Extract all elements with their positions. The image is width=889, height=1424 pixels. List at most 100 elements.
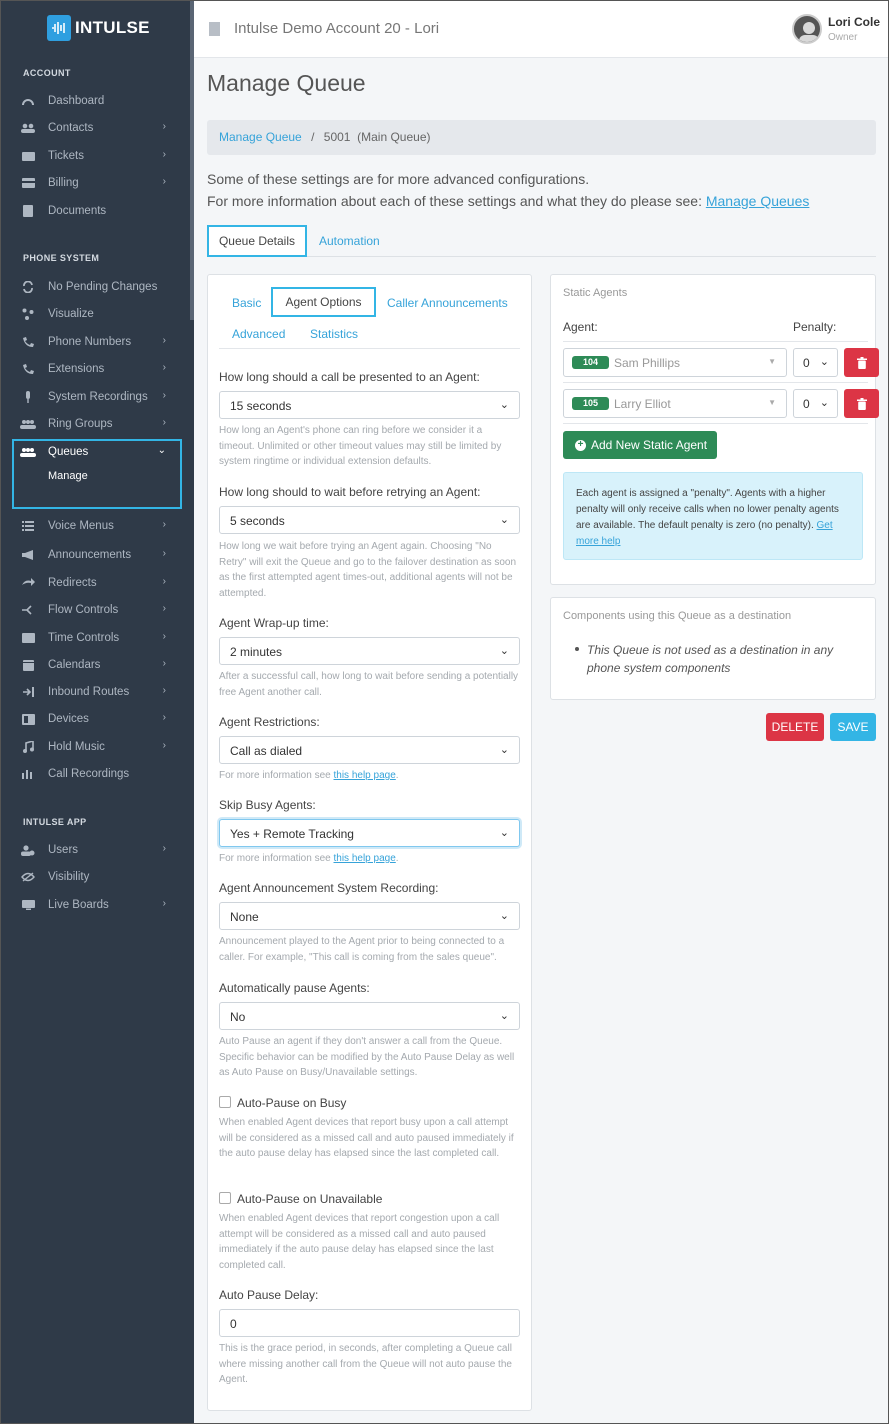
remove-agent-button[interactable] xyxy=(844,389,879,418)
sidebar-item-calendars[interactable]: Calendars › xyxy=(20,654,170,676)
caret-down-icon: ▼ xyxy=(768,398,776,407)
tab-automation[interactable]: Automation xyxy=(319,234,380,248)
chevron-down-icon: ⌄ xyxy=(499,910,509,922)
sidebar-item-hold-music[interactable]: Hold Music › xyxy=(20,736,170,758)
add-static-agent-button[interactable]: + Add New Static Agent xyxy=(563,431,717,459)
sidebar-item-tickets[interactable]: Tickets › xyxy=(20,145,170,167)
sidebar-item-visualize[interactable]: Visualize xyxy=(20,303,170,325)
sidebar-item-documents[interactable]: Documents xyxy=(20,200,170,222)
chevron-right-icon: › xyxy=(162,712,166,723)
building-icon xyxy=(209,22,220,36)
contacts-icon xyxy=(20,122,36,134)
chevron-right-icon: › xyxy=(162,335,166,346)
penalty-column-label: Penalty: xyxy=(793,320,837,334)
sidebar-item-contacts[interactable]: Contacts › xyxy=(20,117,170,139)
voice-menus-icon xyxy=(20,520,36,532)
retry-time-select[interactable]: 5 seconds ⌄ xyxy=(219,506,520,534)
user-name[interactable]: Lori Cole xyxy=(828,15,880,29)
sidebar-item-flow-controls[interactable]: Flow Controls › xyxy=(20,599,170,621)
components-title: Components using this Queue as a destina… xyxy=(563,610,792,622)
microphone-icon xyxy=(20,391,36,403)
sidebar-subitem-manage[interactable]: Manage xyxy=(48,470,88,482)
help-page-link[interactable]: this help page xyxy=(334,770,396,781)
queues-icon xyxy=(20,446,36,458)
plus-icon: + xyxy=(575,439,586,451)
chevron-down-icon: ⌄ xyxy=(499,827,509,839)
breadcrumb-link[interactable]: Manage Queue xyxy=(219,130,302,144)
auto-pause-label: Automatically pause Agents: xyxy=(219,981,370,995)
sidebar-item-extensions[interactable]: Extensions › xyxy=(20,358,170,380)
penalty-select[interactable]: 0 ⌄ xyxy=(793,389,838,418)
agent-announcement-select[interactable]: None ⌄ xyxy=(219,902,520,930)
users-icon xyxy=(20,844,36,856)
sidebar-item-dashboard[interactable]: Dashboard xyxy=(20,90,170,112)
billing-icon xyxy=(20,177,36,189)
subtab-advanced[interactable]: Advanced xyxy=(232,327,285,341)
auto-pause-busy-label[interactable]: Auto-Pause on Busy xyxy=(237,1096,346,1110)
skip-busy-select[interactable]: Yes + Remote Tracking ⌄ xyxy=(219,819,520,847)
sidebar-item-billing[interactable]: Billing › xyxy=(20,172,170,194)
subtab-basic[interactable]: Basic xyxy=(232,296,261,310)
account-name[interactable]: Intulse Demo Account 20 - Lori xyxy=(234,20,439,37)
chevron-down-icon: ⌄ xyxy=(499,645,509,657)
manage-queues-link[interactable]: Manage Queues xyxy=(706,193,810,209)
dashboard-icon xyxy=(20,95,36,107)
sidebar-item-system-recordings[interactable]: System Recordings › xyxy=(20,386,170,408)
sidebar-item-queues[interactable]: Queues ⌄ xyxy=(20,441,170,463)
brand-logo[interactable]: INTULSE xyxy=(47,15,150,41)
present-time-select[interactable]: 15 seconds ⌄ xyxy=(219,391,520,419)
visibility-icon xyxy=(20,871,36,883)
sidebar-item-visibility[interactable]: Visibility xyxy=(20,866,170,888)
subtab-statistics[interactable]: Statistics xyxy=(310,327,358,341)
subtab-agent-options[interactable]: Agent Options xyxy=(271,287,376,317)
sidebar-item-phone-numbers[interactable]: Phone Numbers › xyxy=(20,331,170,353)
auto-pause-select[interactable]: No ⌄ xyxy=(219,1002,520,1030)
breadcrumb-separator: / xyxy=(311,130,315,144)
chevron-right-icon: › xyxy=(162,631,166,642)
sidebar: INTULSE ACCOUNT Dashboard Contacts › Tic… xyxy=(0,0,194,1424)
penalty-select[interactable]: 0 ⌄ xyxy=(793,348,838,377)
auto-pause-delay-input[interactable]: 0 xyxy=(219,1309,520,1337)
sidebar-item-devices[interactable]: Devices › xyxy=(20,708,170,730)
save-button[interactable]: SAVE xyxy=(830,713,876,741)
agent-select[interactable]: 105 Larry Elliot ▼ xyxy=(563,389,787,418)
auto-pause-delay-help: This is the grace period, in seconds, af… xyxy=(219,1343,512,1385)
auto-pause-busy-checkbox[interactable] xyxy=(219,1096,231,1108)
help-page-link[interactable]: this help page xyxy=(334,853,396,864)
section-account: ACCOUNT xyxy=(23,68,71,78)
wrapup-time-select[interactable]: 2 minutes ⌄ xyxy=(219,637,520,665)
extension-badge: 105 xyxy=(572,397,609,410)
agent-announcement-label: Agent Announcement System Recording: xyxy=(219,881,439,895)
subtabs-divider xyxy=(219,348,520,349)
agent-restrictions-select[interactable]: Call as dialed ⌄ xyxy=(219,736,520,764)
sidebar-item-call-recordings[interactable]: Call Recordings xyxy=(20,763,170,785)
chevron-down-icon: ⌄ xyxy=(499,514,509,526)
avatar[interactable] xyxy=(792,14,822,44)
sidebar-item-redirects[interactable]: Redirects › xyxy=(20,572,170,594)
sidebar-item-announcements[interactable]: Announcements › xyxy=(20,544,170,566)
sidebar-item-pending-changes[interactable]: No Pending Changes xyxy=(20,276,170,298)
sidebar-item-live-boards[interactable]: Live Boards › xyxy=(20,894,170,916)
chevron-down-icon: ⌄ xyxy=(157,445,166,456)
redirect-icon xyxy=(20,577,36,589)
sidebar-item-inbound-routes[interactable]: Inbound Routes › xyxy=(20,681,170,703)
chevron-right-icon: › xyxy=(162,548,166,559)
agent-select[interactable]: 104 Sam Phillips ▼ xyxy=(563,348,787,377)
sidebar-item-time-controls[interactable]: Time Controls › xyxy=(20,627,170,649)
sidebar-item-voice-menus[interactable]: Voice Menus › xyxy=(20,515,170,537)
row-divider xyxy=(563,382,868,383)
subtab-caller-announcements[interactable]: Caller Announcements xyxy=(387,296,508,310)
remove-agent-button[interactable] xyxy=(844,348,879,377)
auto-pause-delay-label: Auto Pause Delay: xyxy=(219,1288,319,1302)
delete-button[interactable]: DELETE xyxy=(766,713,824,741)
auto-pause-unavailable-label[interactable]: Auto-Pause on Unavailable xyxy=(237,1192,382,1206)
user-role: Owner xyxy=(828,32,858,43)
trash-icon xyxy=(856,397,867,410)
components-item: This Queue is not used as a destination … xyxy=(587,643,834,675)
auto-pause-unavailable-checkbox[interactable] xyxy=(219,1192,231,1204)
tab-queue-details[interactable]: Queue Details xyxy=(207,225,307,257)
sidebar-item-users[interactable]: Users › xyxy=(20,839,170,861)
inbound-icon xyxy=(20,686,36,698)
flow-icon xyxy=(20,604,36,616)
sidebar-item-ring-groups[interactable]: Ring Groups › xyxy=(20,413,170,435)
